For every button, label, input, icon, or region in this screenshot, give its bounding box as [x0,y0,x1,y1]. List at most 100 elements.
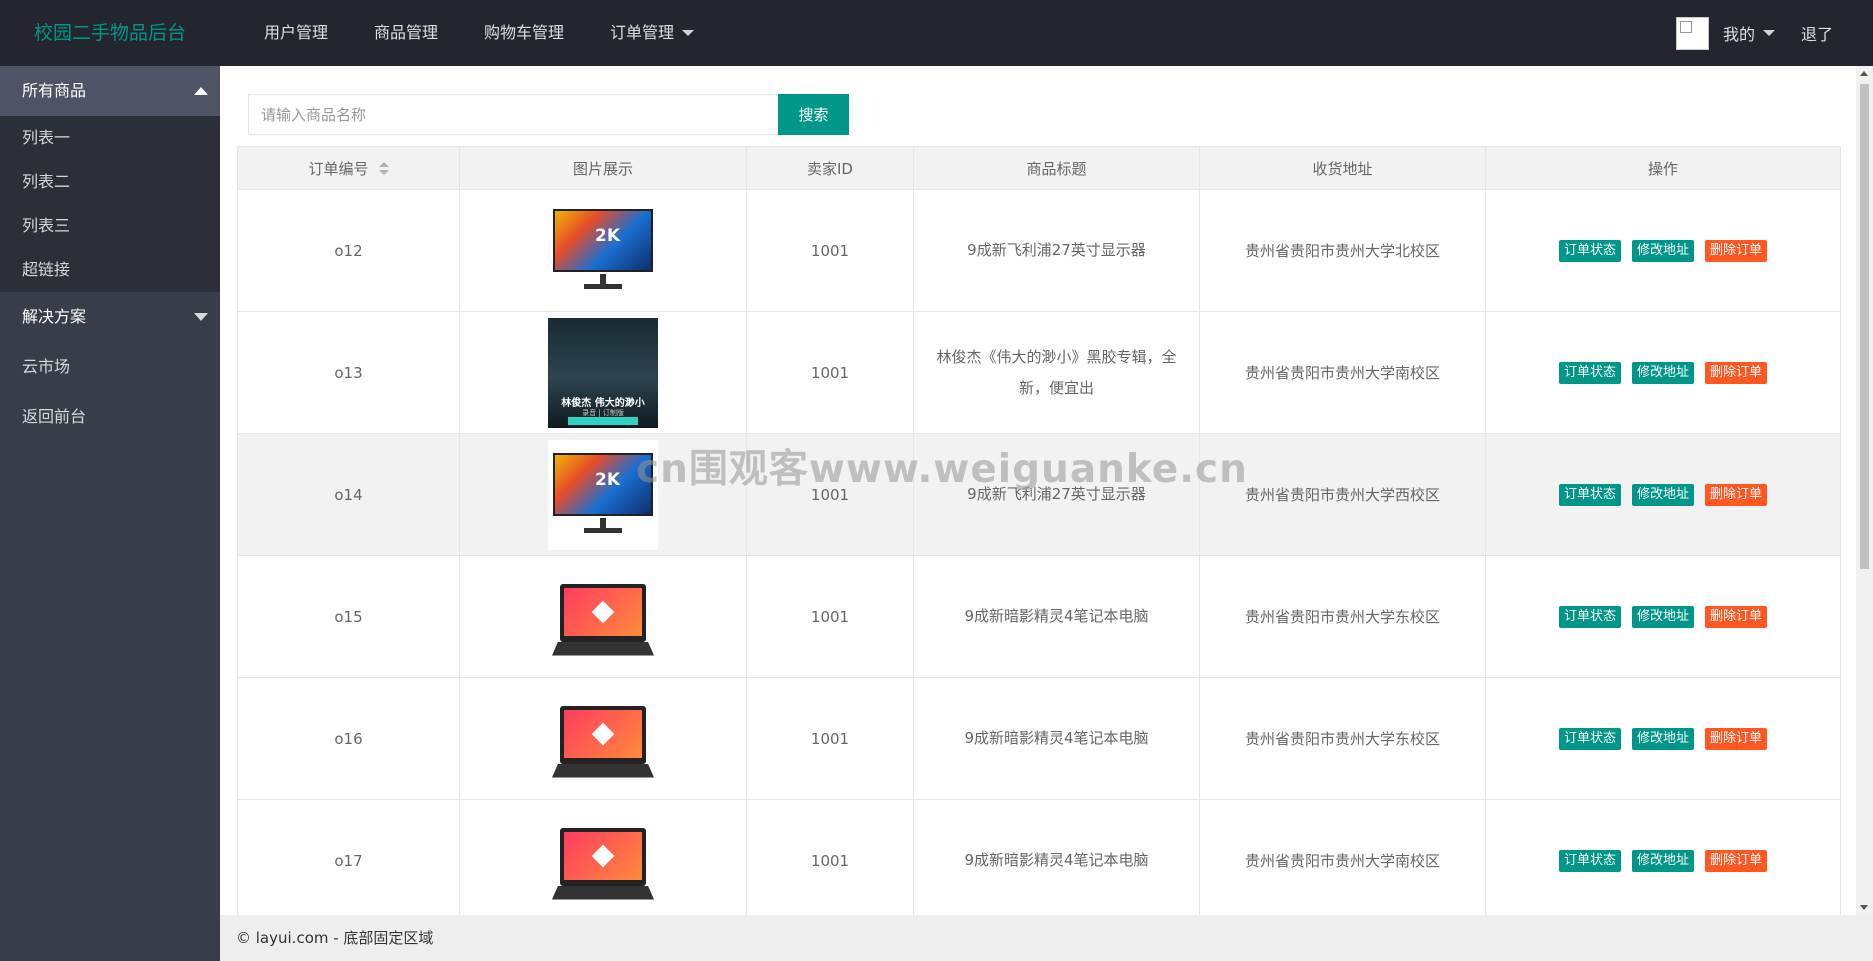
monitor-screen: 2K [553,208,653,272]
table-row: o16 1001 9成新暗影精灵4笔记本电脑 贵州省贵阳市贵州大学东校区 订单状… [237,677,1841,800]
edit-address-button[interactable]: 修改地址 [1631,849,1694,872]
order-status-button[interactable]: 订单状态 [1558,361,1621,384]
scrollbar-thumb[interactable] [1860,84,1869,569]
delete-order-button[interactable]: 删除订单 [1705,483,1768,506]
laptop-screen [560,827,646,886]
title-cell: 9成新暗影精灵4笔记本电脑 [913,677,1200,800]
album-image: 林俊杰 伟大的渺小 录音 | 订制版 [548,317,658,428]
row-actions: 订单状态 修改地址 删除订单 [1486,361,1840,384]
image-cell: 2K [459,433,747,556]
chevron-up-icon [194,87,208,95]
edit-address-button[interactable]: 修改地址 [1631,605,1694,628]
nav-goods-management[interactable]: 商品管理 [351,0,461,66]
edit-address-button[interactable]: 修改地址 [1631,239,1694,262]
address-cell: 贵州省贵阳市贵州大学西校区 [1199,433,1486,556]
sidebar-group-label: 所有商品 [22,81,87,100]
search-input[interactable] [248,94,778,135]
image-cell [459,555,747,678]
table-row: o12 2K 1001 9成新飞利浦27英寸显示器 贵州省贵阳市贵州大学北校区 [237,189,1841,312]
nav-cart-management[interactable]: 购物车管理 [461,0,587,66]
laptop-display [564,831,642,880]
search-bar: 搜索 [248,94,849,135]
monitor-image: 2K [548,439,658,550]
album-cover: 林俊杰 伟大的渺小 录音 | 订制版 [548,317,658,428]
scroll-up-icon[interactable] [1860,71,1868,76]
laptop-screen [560,705,646,764]
table-header-row: 订单编号 图片展示 卖家ID 商品标题 收货地址 操作 [237,146,1841,190]
delete-order-button[interactable]: 删除订单 [1705,605,1768,628]
edit-address-button[interactable]: 修改地址 [1631,727,1694,750]
seller-id-cell: 1001 [746,311,914,434]
order-status-button[interactable]: 订单状态 [1558,483,1621,506]
title-cell: 9成新飞利浦27英寸显示器 [913,433,1200,556]
nav-label: 购物车管理 [484,23,565,42]
address-cell: 贵州省贵阳市贵州大学东校区 [1199,677,1486,800]
column-header-order-id[interactable]: 订单编号 [237,146,460,190]
delete-order-button[interactable]: 删除订单 [1705,849,1768,872]
app-logo[interactable]: 校园二手物品后台 [0,0,220,66]
logout-link[interactable]: 退了 [1801,21,1833,45]
laptop-display [564,709,642,758]
column-header-seller-id: 卖家ID [746,146,914,190]
sidebar-item-hyperlink[interactable]: 超链接 [0,248,220,292]
image-cell: 林俊杰 伟大的渺小 录音 | 订制版 [459,311,747,434]
sidebar-item-back-to-front[interactable]: 返回前台 [0,392,220,442]
nav-label: 商品管理 [374,23,439,42]
album-cover-banner [568,416,638,425]
laptop-keyboard [552,641,654,656]
image-cell [459,799,747,915]
image-cell: 2K [459,189,747,312]
chevron-down-icon [682,30,695,36]
laptop-display [564,587,642,636]
title-cell: 林俊杰《伟大的渺小》黑胶专辑，全新，便宜出 [913,311,1200,434]
actions-cell: 订单状态 修改地址 删除订单 [1485,433,1841,556]
laptop-image [548,805,658,915]
delete-order-button[interactable]: 删除订单 [1705,239,1768,262]
order-status-button[interactable]: 订单状态 [1558,727,1621,750]
user-menu[interactable]: 我的 [1723,21,1775,45]
edit-address-button[interactable]: 修改地址 [1631,361,1694,384]
chevron-down-icon [194,313,208,321]
column-header-title: 商品标题 [913,146,1200,190]
monitor-neck [600,273,606,284]
actions-cell: 订单状态 修改地址 删除订单 [1485,555,1841,678]
actions-cell: 订单状态 修改地址 删除订单 [1485,799,1841,915]
row-actions: 订单状态 修改地址 删除订单 [1486,727,1840,750]
vertical-scrollbar[interactable] [1856,66,1873,915]
chevron-down-icon [1762,30,1775,36]
column-header-image: 图片展示 [459,146,747,190]
sidebar-item-cloud-market[interactable]: 云市场 [0,342,220,392]
sidebar-item-list-3[interactable]: 列表三 [0,204,220,248]
sort-icon[interactable] [378,162,389,176]
order-id-cell: o12 [237,189,460,312]
nav-label: 订单管理 [610,23,675,42]
resolution-badge: 2K [595,225,621,246]
laptop-keyboard [552,763,654,778]
actions-cell: 订单状态 修改地址 删除订单 [1485,189,1841,312]
delete-order-button[interactable]: 删除订单 [1705,727,1768,750]
order-status-button[interactable]: 订单状态 [1558,849,1621,872]
laptop-image [548,561,658,672]
delete-order-button[interactable]: 删除订单 [1705,361,1768,384]
scroll-down-icon[interactable] [1860,905,1868,910]
seller-id-cell: 1001 [746,189,914,312]
nav-user-management[interactable]: 用户管理 [241,0,351,66]
column-header-actions: 操作 [1485,146,1841,190]
sidebar-item-list-1[interactable]: 列表一 [0,116,220,160]
address-cell: 贵州省贵阳市贵州大学南校区 [1199,799,1486,915]
top-header: 校园二手物品后台 用户管理 商品管理 购物车管理 订单管理 我的 退了 [0,0,1873,66]
order-status-button[interactable]: 订单状态 [1558,239,1621,262]
order-id-cell: o14 [237,433,460,556]
avatar[interactable] [1675,16,1709,50]
order-table: 订单编号 图片展示 卖家ID 商品标题 收货地址 操作 o12 2K 1001 … [237,146,1841,915]
order-status-button[interactable]: 订单状态 [1558,605,1621,628]
sidebar-group-all-goods[interactable]: 所有商品 [0,66,220,116]
search-button[interactable]: 搜索 [778,94,849,135]
address-cell: 贵州省贵阳市贵州大学南校区 [1199,311,1486,434]
nav-order-management[interactable]: 订单管理 [587,0,717,66]
sidebar-group-solutions[interactable]: 解决方案 [0,292,220,342]
sidebar-item-list-2[interactable]: 列表二 [0,160,220,204]
laptop-logo [591,844,615,867]
table-row: o15 1001 9成新暗影精灵4笔记本电脑 贵州省贵阳市贵州大学东校区 订单状… [237,555,1841,678]
edit-address-button[interactable]: 修改地址 [1631,483,1694,506]
